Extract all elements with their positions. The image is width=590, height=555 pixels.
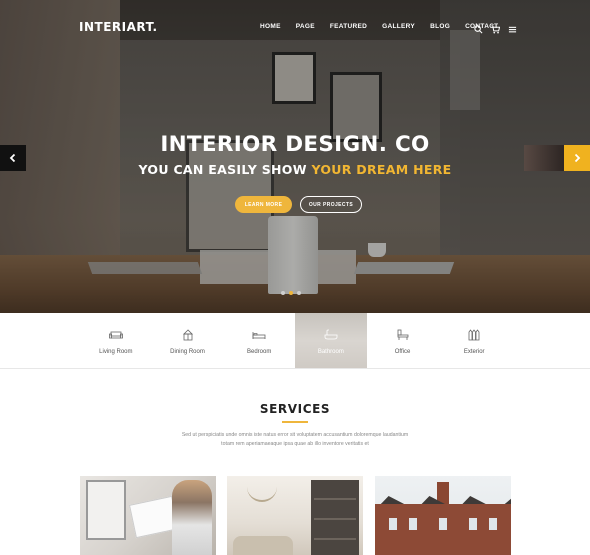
menu-icon[interactable] bbox=[508, 21, 517, 33]
learn-more-button[interactable]: LEARN MORE bbox=[235, 196, 292, 213]
service-card-image[interactable] bbox=[80, 476, 216, 555]
bath-icon bbox=[324, 329, 338, 340]
hero-title: INTERIOR DESIGN. CO bbox=[160, 132, 430, 157]
dining-icon bbox=[182, 329, 193, 341]
services-description: Sed ut perspiciatis unde omnis iste natu… bbox=[160, 431, 430, 448]
category-label: Dining Room bbox=[170, 349, 205, 355]
services-description-line: Sed ut perspiciatis unde omnis iste natu… bbox=[181, 432, 409, 438]
chevron-right-icon bbox=[574, 153, 581, 163]
nav-item-gallery[interactable]: GALLERY bbox=[382, 23, 415, 30]
bed-icon bbox=[252, 332, 266, 339]
top-navigation: INTERIART. HOME PAGE FEATURED GALLERY BL… bbox=[0, 0, 590, 55]
sofa-icon bbox=[108, 331, 123, 339]
services-cards bbox=[80, 476, 511, 555]
chevron-left-icon bbox=[9, 153, 16, 163]
nav-item-featured[interactable]: FEATURED bbox=[330, 23, 367, 30]
nav-item-blog[interactable]: BLOG bbox=[430, 23, 450, 30]
service-card-image[interactable] bbox=[375, 476, 511, 555]
category-living-room[interactable]: Living Room bbox=[80, 313, 152, 369]
search-icon[interactable] bbox=[474, 21, 483, 34]
category-exterior[interactable]: Exterior bbox=[438, 313, 510, 369]
hero-subtitle: YOU CAN EASILY SHOW YOUR DREAM HERE bbox=[0, 162, 590, 177]
hero-subtitle-highlight: YOUR DREAM HERE bbox=[311, 162, 452, 177]
card-photo-shelf bbox=[311, 480, 359, 555]
category-label: Bathroom bbox=[317, 349, 344, 355]
hero-subtitle-prefix: YOU CAN EASILY SHOW bbox=[138, 162, 312, 177]
section-divider bbox=[0, 368, 590, 369]
category-bedroom[interactable]: Bedroom bbox=[223, 313, 295, 369]
cart-icon[interactable] bbox=[491, 21, 501, 34]
nav-icons bbox=[474, 21, 517, 34]
category-label: Office bbox=[394, 349, 411, 355]
slider-prev-button[interactable] bbox=[0, 145, 26, 171]
category-bathroom[interactable]: Bathroom bbox=[295, 313, 367, 369]
nav-item-page[interactable]: PAGE bbox=[296, 23, 315, 30]
slider-dots bbox=[281, 291, 301, 295]
category-label: Bedroom bbox=[247, 349, 272, 355]
card-photo-window bbox=[86, 480, 126, 540]
room-categories: Living Room Dining Room Bedroom Bathroom… bbox=[80, 313, 510, 369]
card-photo-chandelier bbox=[247, 482, 277, 502]
category-office[interactable]: Office bbox=[367, 313, 439, 369]
services-title: SERVICES bbox=[259, 402, 331, 416]
category-label: Living Room bbox=[99, 349, 133, 355]
office-icon bbox=[397, 329, 408, 340]
slider-dot-active[interactable] bbox=[289, 291, 293, 295]
slider-dot[interactable] bbox=[281, 291, 285, 295]
card-photo-sofa bbox=[233, 536, 293, 555]
slider-dot[interactable] bbox=[297, 291, 301, 295]
nav-item-home[interactable]: HOME bbox=[260, 23, 281, 30]
services-title-underline bbox=[282, 421, 308, 423]
category-label: Exterior bbox=[463, 349, 485, 355]
next-slide-thumbnail[interactable] bbox=[524, 145, 564, 171]
our-projects-button[interactable]: OUR PROJECTS bbox=[300, 196, 362, 213]
service-card-image[interactable] bbox=[227, 476, 363, 555]
card-photo-tower bbox=[437, 482, 449, 504]
site-logo[interactable]: INTERIART. bbox=[79, 20, 158, 34]
category-dining-room[interactable]: Dining Room bbox=[152, 313, 224, 369]
services-description-line: totam rem aperiamaeaque ipsa quae ab ill… bbox=[221, 440, 369, 447]
card-photo-person bbox=[172, 480, 212, 555]
slider-next-button[interactable] bbox=[564, 145, 590, 171]
exterior-icon bbox=[468, 329, 480, 341]
